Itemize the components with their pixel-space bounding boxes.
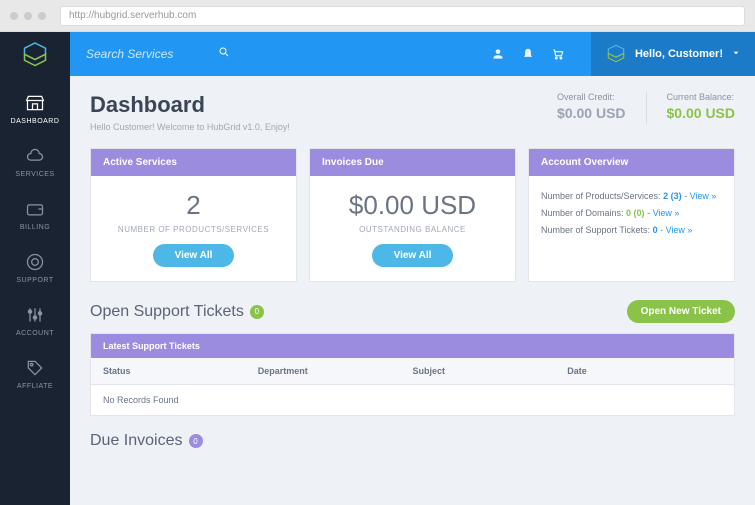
ov-tickets-value: 0 xyxy=(653,225,658,235)
col-date[interactable]: Date xyxy=(567,366,722,376)
tickets-empty: No Records Found xyxy=(91,385,734,415)
card-header: Invoices Due xyxy=(310,149,515,176)
user-menu[interactable]: Hello, Customer! xyxy=(591,32,755,76)
ov-domains-value: 0 (0) xyxy=(626,208,645,218)
card-invoices-due: Invoices Due $0.00 USD OUTSTANDING BALAN… xyxy=(309,148,516,282)
window-close-dot[interactable] xyxy=(10,12,18,20)
storefront-icon xyxy=(24,92,46,114)
open-new-ticket-button[interactable]: Open New Ticket xyxy=(627,300,735,323)
page-title: Dashboard xyxy=(90,92,290,118)
window-min-dot[interactable] xyxy=(24,12,32,20)
sidebar-item-label: ACCOUNT xyxy=(16,330,54,337)
outstanding-sub: OUTSTANDING BALANCE xyxy=(322,225,503,234)
chevron-down-icon xyxy=(731,45,741,63)
card-active-services: Active Services 2 NUMBER OF PRODUCTS/SER… xyxy=(90,148,297,282)
ov-products-label: Number of Products/Services: xyxy=(541,191,661,201)
ov-domains-label: Number of Domains: xyxy=(541,208,624,218)
avatar-logo-icon xyxy=(605,43,627,65)
tickets-section-title: Open Support Tickets xyxy=(90,303,244,321)
sidebar-item-label: BILLING xyxy=(20,224,50,231)
page-subtitle: Hello Customer! Welcome to HubGrid v1.0,… xyxy=(90,122,290,132)
ov-tickets-view[interactable]: View » xyxy=(666,225,693,235)
sidebar-item-dashboard[interactable]: DASHBOARD xyxy=(0,82,70,135)
due-invoices-count-badge: 0 xyxy=(189,434,203,448)
wallet-icon xyxy=(24,198,46,220)
ov-tickets-label: Number of Support Tickets: xyxy=(541,225,650,235)
sidebar-item-billing[interactable]: BILLING xyxy=(0,188,70,241)
sliders-icon xyxy=(24,304,46,326)
cart-icon[interactable] xyxy=(551,47,565,61)
card-account-overview: Account Overview Number of Products/Serv… xyxy=(528,148,735,282)
sidebar-item-support[interactable]: SUPPORT xyxy=(0,241,70,294)
ov-products-value: 2 (3) xyxy=(663,191,682,201)
cloud-icon xyxy=(24,145,46,167)
col-subject[interactable]: Subject xyxy=(413,366,568,376)
card-header: Account Overview xyxy=(529,149,734,176)
window-max-dot[interactable] xyxy=(38,12,46,20)
credit-label: Overall Credit: xyxy=(557,92,625,102)
ov-products-view[interactable]: View » xyxy=(690,191,717,201)
ov-domains-view[interactable]: View » xyxy=(653,208,680,218)
tag-icon xyxy=(24,357,46,379)
app-logo[interactable] xyxy=(20,40,50,70)
balance-value: $0.00 USD xyxy=(667,105,735,121)
sidebar-item-label: DASHBOARD xyxy=(11,118,60,125)
url-bar[interactable]: http://hubgrid.serverhub.com xyxy=(60,6,745,26)
tickets-table: Latest Support Tickets Status Department… xyxy=(90,333,735,416)
col-department[interactable]: Department xyxy=(258,366,413,376)
tickets-count-badge: 0 xyxy=(250,305,264,319)
credit-value: $0.00 USD xyxy=(557,105,625,121)
card-header: Active Services xyxy=(91,149,296,176)
sidebar-item-affiliate[interactable]: AFFLIATE xyxy=(0,347,70,400)
due-invoices-title: Due Invoices xyxy=(90,432,183,450)
search-icon[interactable] xyxy=(218,45,230,63)
user-greeting: Hello, Customer! xyxy=(635,48,723,60)
sidebar: DASHBOARD SERVICES BILLING SUPPORT ACCOU… xyxy=(0,32,70,505)
active-services-count: 2 xyxy=(103,190,284,221)
sidebar-item-label: SERVICES xyxy=(15,171,54,178)
tickets-table-header: Latest Support Tickets xyxy=(91,334,734,358)
lifebuoy-icon xyxy=(24,251,46,273)
view-all-services-button[interactable]: View All xyxy=(153,244,235,267)
browser-chrome: http://hubgrid.serverhub.com xyxy=(0,0,755,32)
outstanding-balance: $0.00 USD xyxy=(322,190,503,221)
topbar: Hello, Customer! xyxy=(70,32,755,76)
sidebar-item-label: AFFLIATE xyxy=(17,383,53,390)
sidebar-item-services[interactable]: SERVICES xyxy=(0,135,70,188)
bell-icon[interactable] xyxy=(521,47,535,61)
divider xyxy=(646,92,647,124)
active-services-sub: NUMBER OF PRODUCTS/SERVICES xyxy=(103,225,284,234)
user-icon[interactable] xyxy=(491,47,505,61)
balance-label: Current Balance: xyxy=(667,92,735,102)
search-input[interactable] xyxy=(86,47,206,61)
sidebar-item-account[interactable]: ACCOUNT xyxy=(0,294,70,347)
view-all-invoices-button[interactable]: View All xyxy=(372,244,454,267)
sidebar-item-label: SUPPORT xyxy=(16,277,53,284)
col-status[interactable]: Status xyxy=(103,366,258,376)
